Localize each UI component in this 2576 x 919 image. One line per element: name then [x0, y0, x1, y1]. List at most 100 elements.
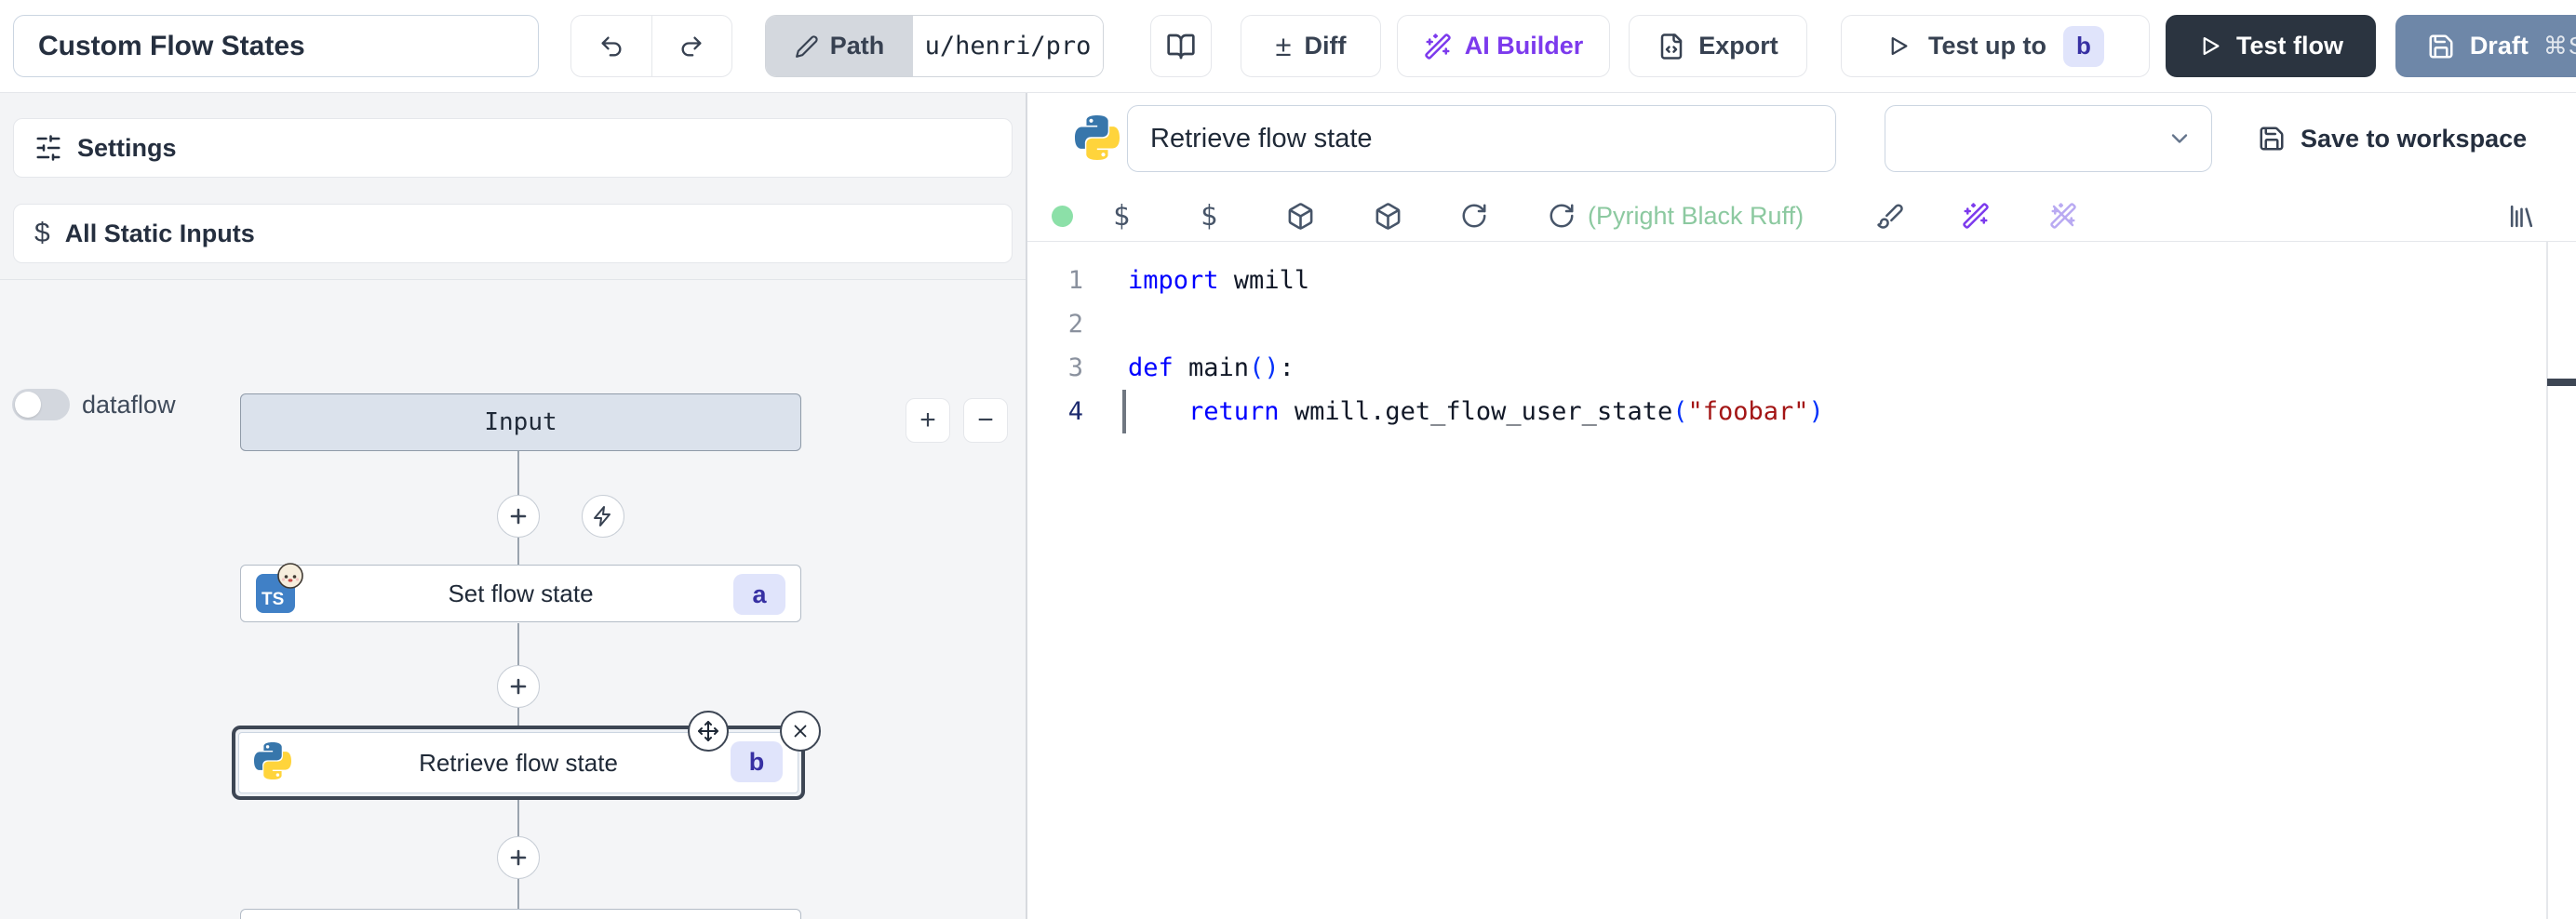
- library-button[interactable]: [2507, 191, 2536, 241]
- flow-title-input[interactable]: Custom Flow States: [13, 15, 539, 77]
- code-assistants-label: (Pyright Black Ruff): [1588, 191, 1804, 241]
- insert-step-button[interactable]: [497, 665, 540, 708]
- all-static-inputs-label: All Static Inputs: [65, 220, 255, 248]
- insert-step-button[interactable]: [497, 836, 540, 879]
- zap-icon: [592, 505, 614, 527]
- dollar-icon: $: [34, 218, 50, 249]
- dataflow-toggle[interactable]: [12, 389, 70, 420]
- top-toolbar: Custom Flow States Path u/henri/pro ± Di…: [0, 0, 2576, 93]
- plus-minus-icon: ±: [1276, 30, 1292, 63]
- line-number: 2: [1027, 302, 1083, 346]
- reload-button[interactable]: [1460, 191, 1488, 241]
- save-to-workspace-label: Save to workspace: [2301, 125, 2527, 153]
- dollar-icon: $: [1113, 200, 1130, 233]
- all-static-inputs-button[interactable]: $ All Static Inputs: [13, 204, 1013, 263]
- dataflow-label: dataflow: [82, 391, 176, 420]
- reload-button[interactable]: [1548, 191, 1576, 241]
- package-button[interactable]: [1374, 191, 1402, 241]
- save-to-workspace-button[interactable]: Save to workspace: [2258, 113, 2527, 164]
- path-control[interactable]: Path u/henri/pro: [765, 15, 1104, 77]
- graph-zoom-out-button[interactable]: −: [963, 398, 1008, 443]
- wand-sparkles-icon: [1424, 33, 1452, 60]
- draft-label: Draft: [2470, 32, 2529, 60]
- line-number: 3: [1027, 346, 1083, 390]
- draft-shortcut: ⌘S: [2543, 32, 2576, 60]
- ai-builder-label: AI Builder: [1465, 32, 1584, 60]
- node-input-label: Input: [484, 408, 557, 436]
- insert-step-button[interactable]: [497, 495, 540, 538]
- test-flow-button[interactable]: Test flow: [2166, 15, 2376, 77]
- redo-button[interactable]: [651, 15, 733, 77]
- settings-label: Settings: [77, 134, 177, 163]
- script-version-select[interactable]: [1885, 105, 2212, 172]
- undo-icon: [598, 33, 624, 60]
- overview-ruler-cursor-marker: [2547, 379, 2576, 386]
- book-open-icon: [1166, 32, 1196, 61]
- ai-builder-button[interactable]: AI Builder: [1397, 15, 1610, 77]
- step-name-value: Retrieve flow state: [1150, 124, 1373, 154]
- diff-button[interactable]: ± Diff: [1241, 15, 1381, 77]
- add-trigger-button[interactable]: [582, 495, 624, 538]
- step-editor-panel: Retrieve flow state Save to workspace $ …: [1027, 93, 2576, 919]
- test-flow-label: Test flow: [2236, 32, 2343, 60]
- flow-graph: dataflow + − Input TS: [0, 280, 1026, 919]
- redo-icon: [678, 33, 704, 60]
- undo-button[interactable]: [570, 15, 651, 77]
- node-retrieve-flow-state-label: Retrieve flow state: [419, 749, 618, 778]
- graph-zoom-in-button[interactable]: +: [906, 398, 950, 443]
- wand-off-icon: [2049, 202, 2077, 230]
- docs-button[interactable]: [1150, 15, 1212, 77]
- scrollbar-track[interactable]: [2546, 242, 2548, 919]
- settings-button[interactable]: Settings: [13, 118, 1013, 178]
- delete-node-button[interactable]: [780, 711, 821, 752]
- test-up-to-button[interactable]: Test up to b: [1841, 15, 2150, 77]
- package-button[interactable]: [1286, 191, 1315, 241]
- export-button[interactable]: Export: [1629, 15, 1807, 77]
- node-set-flow-state-label: Set flow state: [448, 579, 593, 608]
- undo-redo-group: [570, 15, 732, 77]
- test-up-to-step-badge: b: [2063, 26, 2104, 67]
- wand-sparkles-icon: [1962, 202, 1990, 230]
- code-editor[interactable]: 1234 import wmill def main(): return wmil…: [1027, 241, 2576, 919]
- draft-save-button[interactable]: Draft ⌘S: [2395, 15, 2576, 77]
- code-line[interactable]: def main():: [1128, 346, 1295, 390]
- node-result[interactable]: Result: [240, 909, 801, 919]
- test-up-to-label: Test up to: [1928, 32, 2046, 60]
- resources-button[interactable]: $: [1201, 191, 1217, 241]
- package-icon: [1374, 202, 1402, 231]
- brush-icon: [1876, 202, 1904, 230]
- code-line[interactable]: import wmill: [1128, 259, 1309, 302]
- save-icon: [2258, 125, 2286, 153]
- flow-title-value: Custom Flow States: [38, 31, 305, 62]
- toggle-knob: [15, 392, 41, 418]
- pencil-icon: [795, 34, 819, 59]
- node-set-flow-state[interactable]: TS Set flow state a: [240, 565, 801, 622]
- move-node-button[interactable]: [688, 711, 729, 752]
- path-value[interactable]: u/henri/pro: [913, 16, 1103, 76]
- code-line[interactable]: return wmill.get_flow_user_state("foobar…: [1128, 390, 1824, 433]
- ai-assist-button[interactable]: [1962, 191, 1990, 241]
- play-icon: [1886, 33, 1912, 59]
- rotate-cw-icon: [1548, 202, 1576, 230]
- close-icon: [790, 721, 811, 741]
- flow-editor-app: Custom Flow States Path u/henri/pro ± Di…: [0, 0, 2576, 919]
- node-set-flow-state-id-badge: a: [733, 574, 785, 615]
- line-number: 4: [1027, 390, 1083, 433]
- plus-icon: [507, 675, 530, 698]
- ai-autocomplete-off-button[interactable]: [2049, 191, 2077, 241]
- editor-cursor: [1122, 390, 1126, 433]
- node-retrieve-flow-state-id-badge: b: [731, 741, 783, 782]
- file-code-icon: [1657, 33, 1685, 60]
- path-edit-segment[interactable]: Path: [766, 16, 913, 76]
- library-icon: [2507, 202, 2536, 231]
- rotate-cw-icon: [1460, 202, 1488, 230]
- line-number: 1: [1027, 259, 1083, 302]
- node-input[interactable]: Input: [240, 393, 801, 451]
- save-icon: [2427, 33, 2455, 60]
- diff-label: Diff: [1305, 32, 1347, 60]
- variables-button[interactable]: $: [1113, 191, 1130, 241]
- step-name-input[interactable]: Retrieve flow state: [1127, 105, 1836, 172]
- format-button[interactable]: [1876, 191, 1904, 241]
- move-icon: [697, 720, 719, 742]
- export-label: Export: [1698, 32, 1778, 60]
